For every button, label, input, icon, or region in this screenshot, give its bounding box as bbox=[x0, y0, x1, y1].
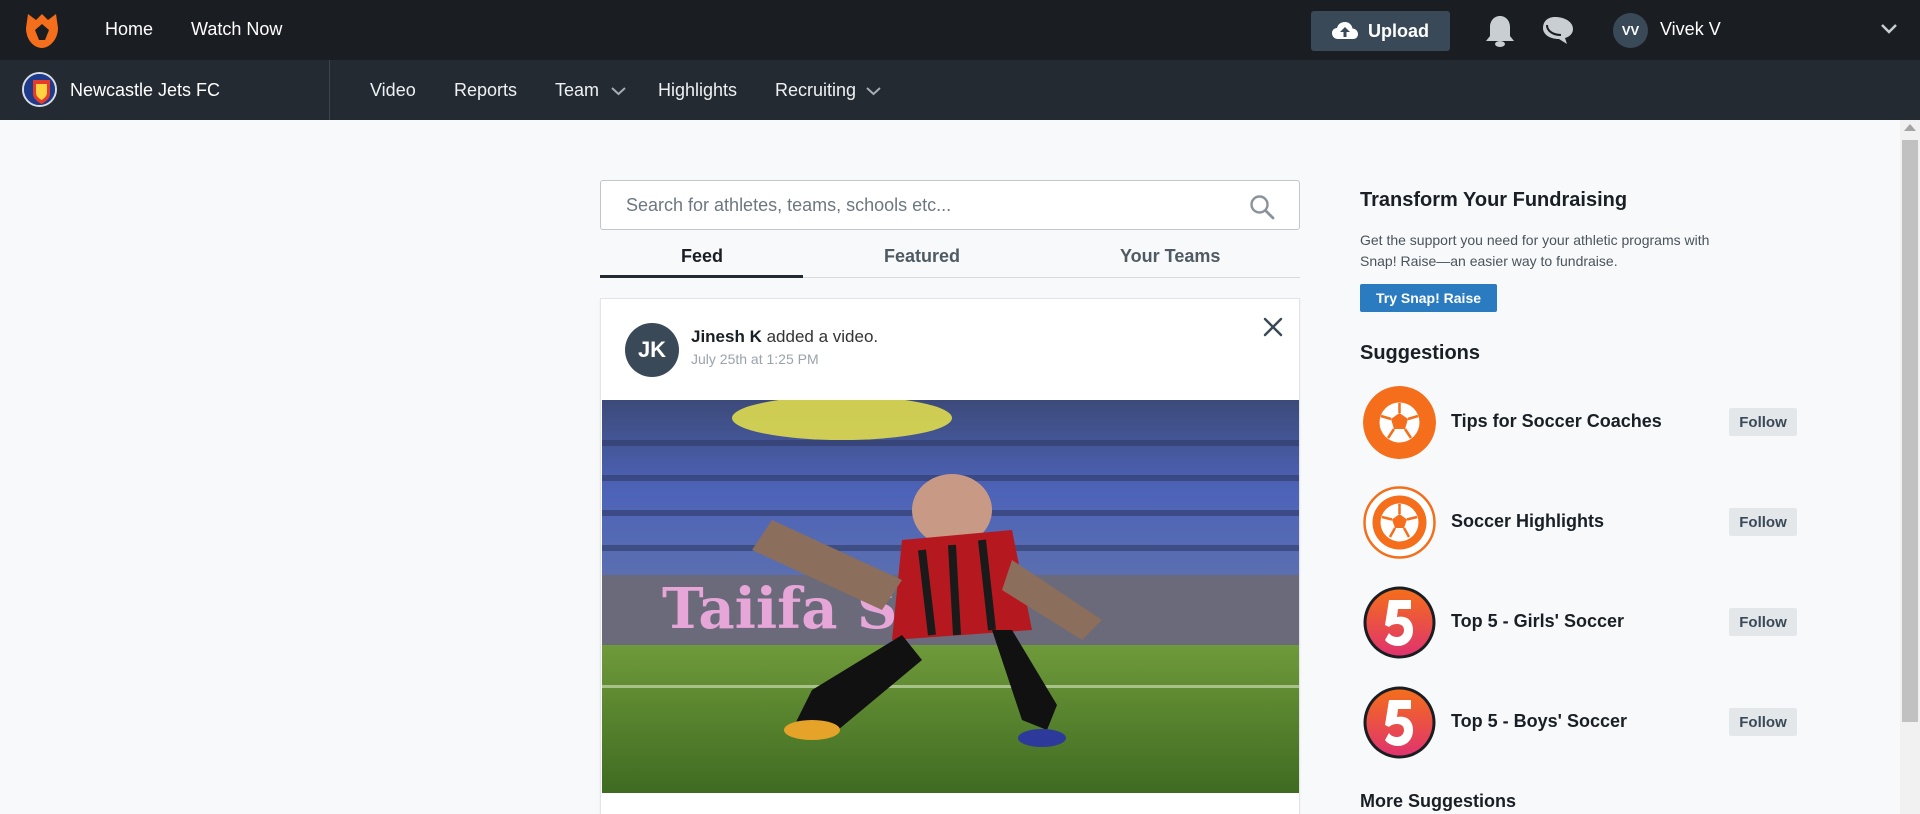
tab-feed[interactable]: Feed bbox=[681, 246, 723, 267]
nav-team-link[interactable]: Team bbox=[555, 80, 599, 101]
video-thumbnail[interactable]: Taiifa SA bbox=[602, 400, 1299, 793]
soccer-ball-icon[interactable] bbox=[1363, 386, 1436, 459]
post-timestamp[interactable]: July 25th at 1:25 PM bbox=[691, 351, 819, 367]
nav-watch-now-link[interactable]: Watch Now bbox=[191, 19, 282, 40]
follow-button[interactable]: Follow bbox=[1729, 608, 1797, 636]
post-author-avatar[interactable]: JK bbox=[625, 323, 679, 377]
search-input[interactable] bbox=[601, 181, 1221, 229]
team-switcher[interactable]: Newcastle Jets FC bbox=[0, 60, 330, 120]
upload-button[interactable]: Upload bbox=[1311, 11, 1450, 51]
nav-home-link[interactable]: Home bbox=[105, 19, 153, 40]
nav-video-link[interactable]: Video bbox=[370, 80, 416, 101]
tab-your-teams[interactable]: Your Teams bbox=[1120, 246, 1220, 267]
post-headline: Jinesh K added a video. bbox=[691, 327, 878, 347]
nav-highlights-link[interactable]: Highlights bbox=[658, 80, 737, 101]
try-snap-raise-button[interactable]: Try Snap! Raise bbox=[1360, 284, 1497, 312]
suggestions-title: Suggestions bbox=[1360, 342, 1481, 364]
scroll-up-arrow-icon[interactable] bbox=[1904, 124, 1916, 131]
promo-description: Get the support you need for your athlet… bbox=[1360, 232, 1710, 269]
user-avatar[interactable]: VV bbox=[1613, 13, 1648, 48]
feed-tabs: Feed Featured Your Teams bbox=[600, 240, 1300, 278]
nav-reports-link[interactable]: Reports bbox=[454, 80, 517, 101]
post-action: added a video. bbox=[766, 327, 879, 346]
feed-post-card: JK Jinesh K added a video. July 25th at … bbox=[600, 298, 1300, 814]
post-author-initials: JK bbox=[637, 337, 667, 362]
post-author-name[interactable]: Jinesh K bbox=[691, 327, 762, 346]
close-icon[interactable] bbox=[1261, 315, 1285, 339]
follow-button[interactable]: Follow bbox=[1729, 508, 1797, 536]
cloud-upload-icon bbox=[1332, 22, 1358, 39]
suggestion-name[interactable]: Top 5 - Boys' Soccer bbox=[1451, 711, 1627, 732]
hudl-logo-icon[interactable] bbox=[22, 10, 62, 50]
team-name: Newcastle Jets FC bbox=[70, 80, 221, 100]
top5-badge-icon[interactable] bbox=[1363, 686, 1436, 759]
top-navbar: Home Watch Now Upload VV Vivek V bbox=[0, 0, 1920, 60]
scrollbar-thumb[interactable] bbox=[1902, 140, 1918, 722]
tab-featured[interactable]: Featured bbox=[884, 246, 960, 267]
chat-bubbles-icon[interactable] bbox=[1541, 15, 1577, 47]
follow-button[interactable]: Follow bbox=[1729, 408, 1797, 436]
suggestion-name[interactable]: Tips for Soccer Coaches bbox=[1451, 411, 1662, 432]
bell-icon[interactable] bbox=[1482, 14, 1518, 48]
video-frame-image: Taiifa SA bbox=[602, 400, 1299, 793]
chevron-down-icon[interactable] bbox=[1880, 22, 1898, 36]
search-icon[interactable] bbox=[1249, 194, 1275, 220]
top5-badge-icon[interactable] bbox=[1363, 586, 1436, 659]
promo-title: Transform Your Fundraising bbox=[1360, 189, 1628, 211]
team-navbar: Newcastle Jets FC Video Reports Team Hig… bbox=[0, 60, 1920, 120]
follow-button[interactable]: Follow bbox=[1729, 708, 1797, 736]
soccer-ball-outline-icon[interactable] bbox=[1363, 486, 1436, 559]
active-tab-indicator bbox=[600, 275, 803, 278]
team-crest-icon bbox=[22, 72, 57, 107]
search-bar bbox=[600, 180, 1300, 230]
nav-recruiting-link[interactable]: Recruiting bbox=[775, 80, 856, 101]
user-name[interactable]: Vivek V bbox=[1660, 19, 1721, 40]
more-suggestions-link[interactable]: More Suggestions bbox=[1360, 791, 1516, 812]
chevron-down-icon[interactable] bbox=[611, 86, 626, 96]
chevron-down-icon[interactable] bbox=[866, 86, 881, 96]
suggestion-name[interactable]: Top 5 - Girls' Soccer bbox=[1451, 611, 1624, 632]
suggestion-name[interactable]: Soccer Highlights bbox=[1451, 511, 1604, 532]
upload-label: Upload bbox=[1368, 20, 1429, 41]
user-initials: VV bbox=[1621, 23, 1640, 38]
